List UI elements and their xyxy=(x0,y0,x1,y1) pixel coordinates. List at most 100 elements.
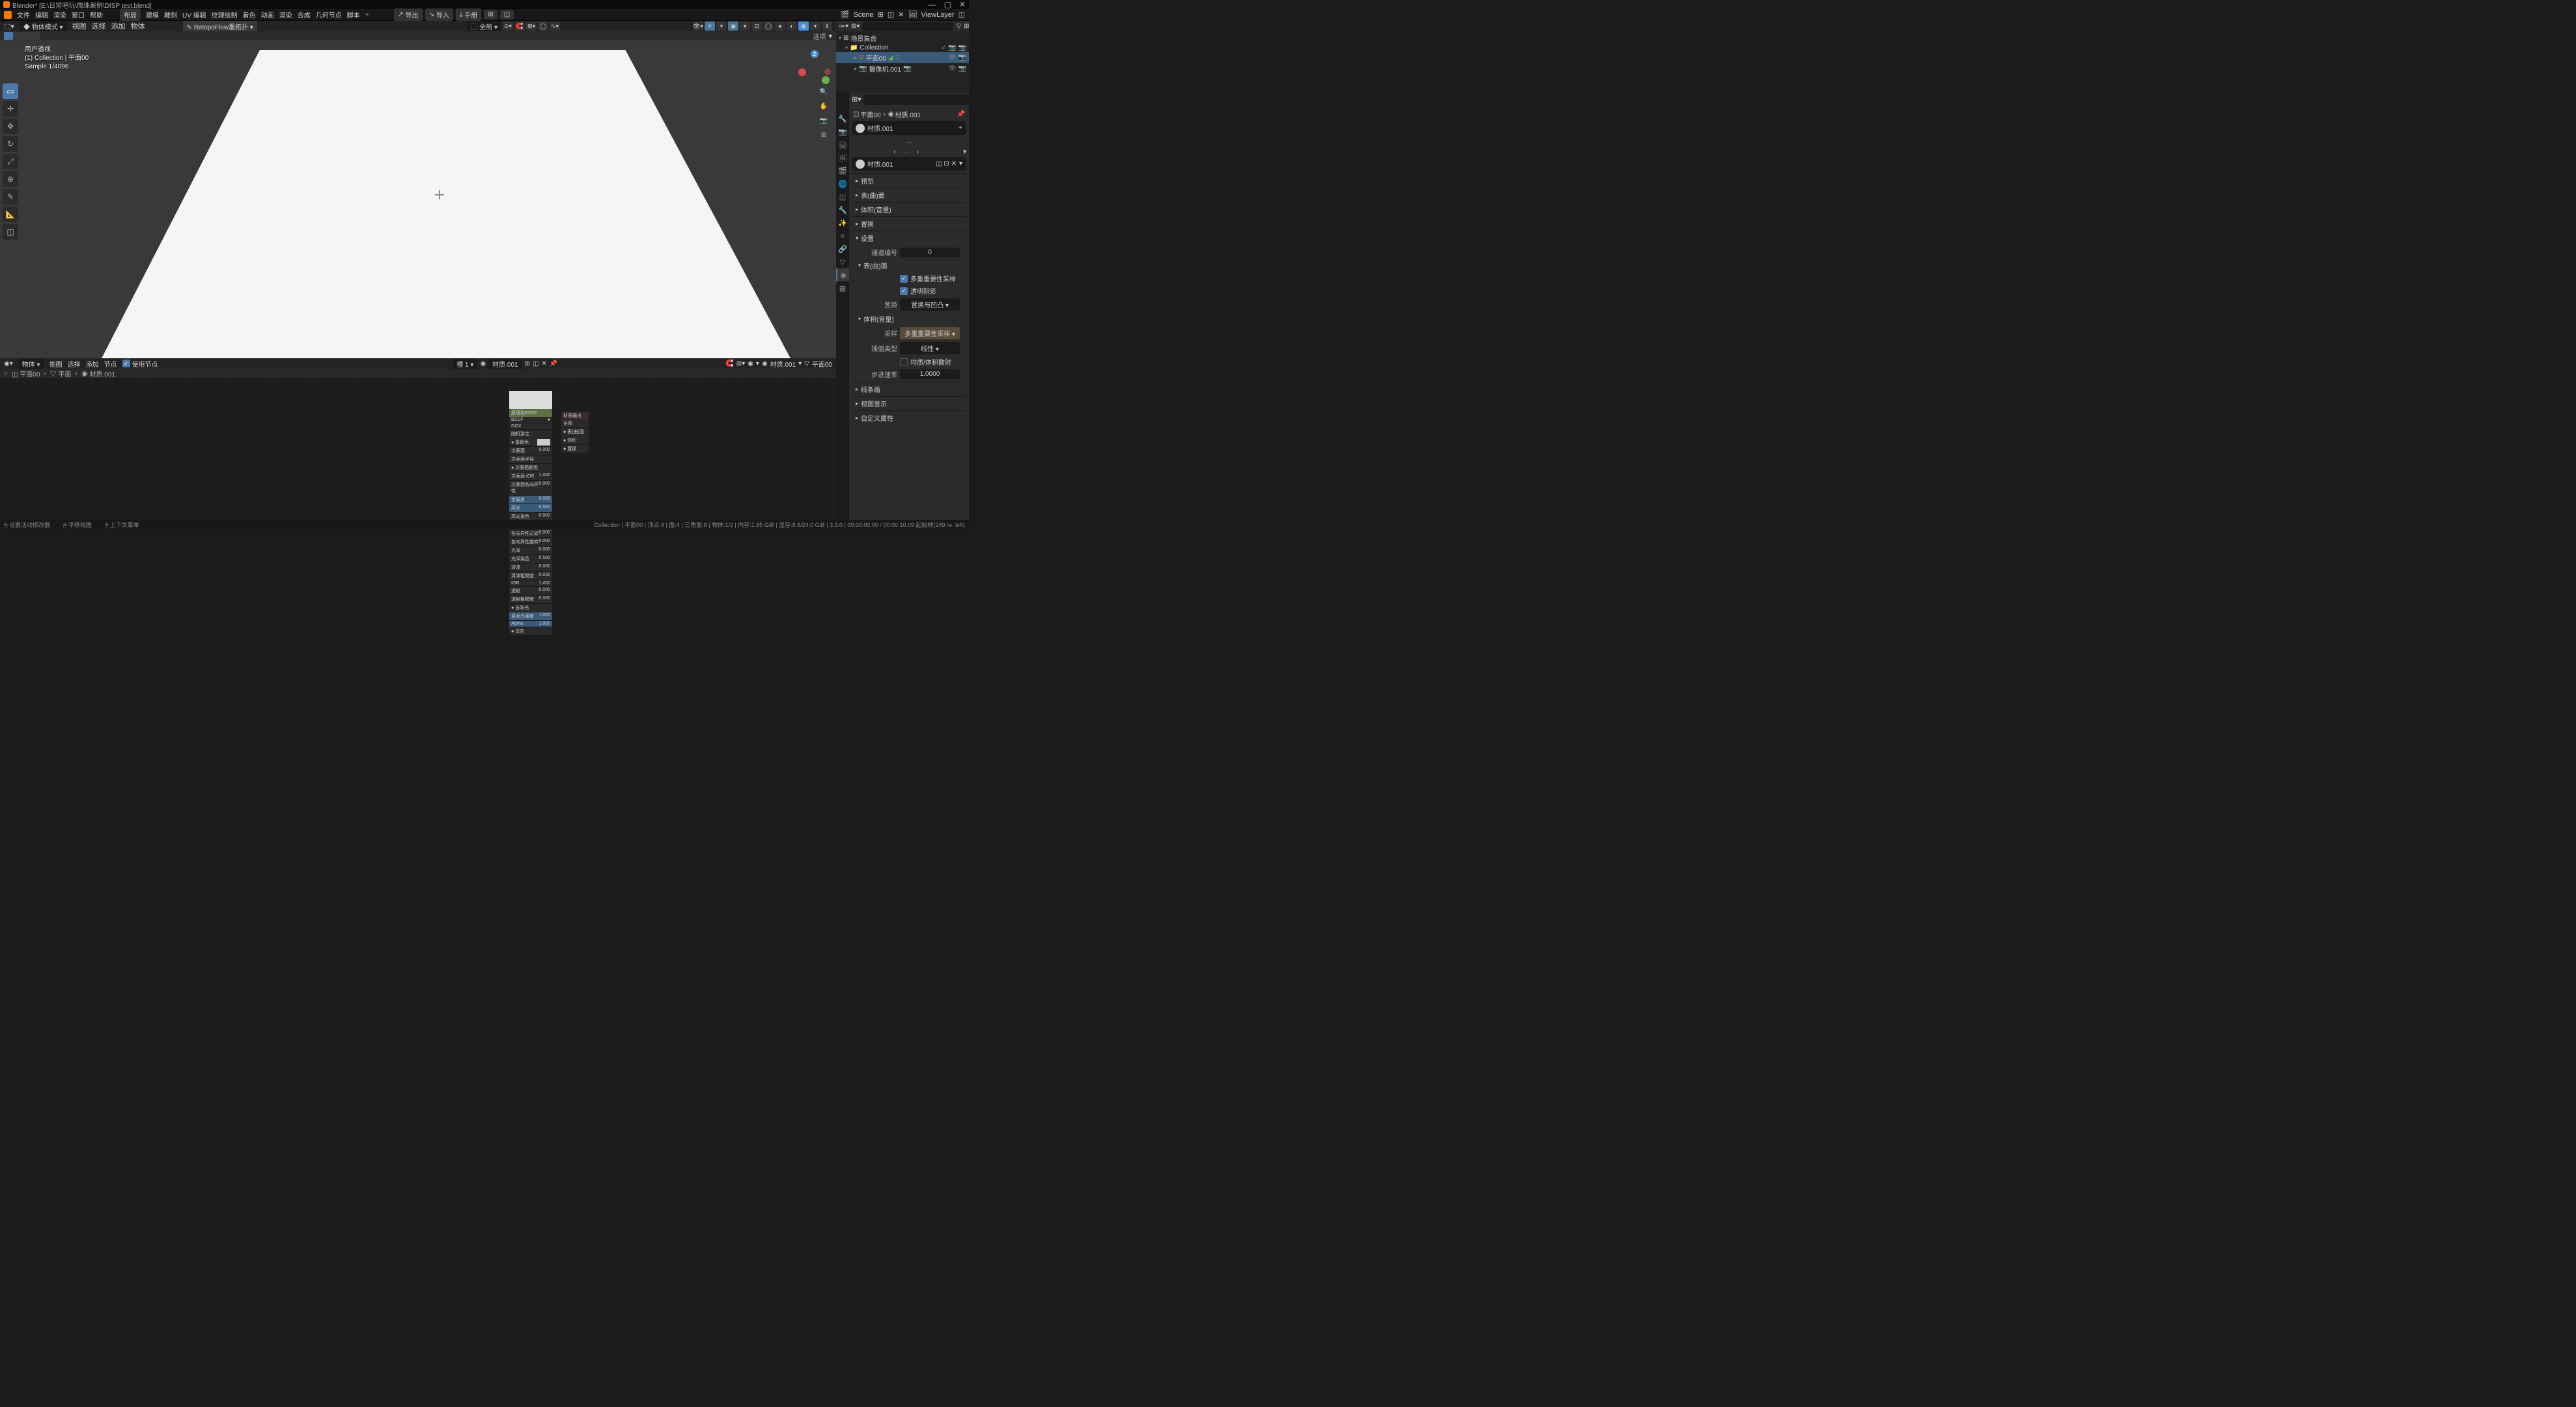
prop-tab-material[interactable]: ◉ xyxy=(836,268,849,281)
breadcrumb-obj[interactable]: ◫ 平面00 xyxy=(12,369,40,378)
3d-viewport[interactable]: 用户透视 (1) Collection | 平面00 Sample 1/4096… xyxy=(0,40,836,358)
shading-rendered-icon[interactable]: ◉ xyxy=(798,21,809,31)
manual-button[interactable]: ⤓ 手册 xyxy=(456,8,481,21)
orientation-dropdown[interactable]: ⬚ 全局 ▾ xyxy=(467,21,501,32)
perspective-icon[interactable]: ⊞ xyxy=(818,129,830,141)
workspace-tab-texture[interactable]: 纹理绘制 xyxy=(212,10,238,20)
maximize-button[interactable]: ▢ xyxy=(944,0,951,9)
pass-index-field[interactable]: 0 xyxy=(900,248,960,257)
tree-plane[interactable]: ▸▽平面00 ◢ ▽ 👁 📷 xyxy=(836,52,969,63)
menu-render[interactable]: 渲染 xyxy=(53,10,66,20)
xray-icon[interactable]: ⊡ xyxy=(751,21,762,31)
workspace-tab-sculpt[interactable]: 雕刻 xyxy=(164,10,177,20)
menu-help[interactable]: 帮助 xyxy=(90,10,103,20)
header-view[interactable]: 视图 xyxy=(72,21,87,31)
prop-tab-tool[interactable]: 🔧 xyxy=(836,112,849,125)
header-select[interactable]: 选择 xyxy=(92,21,106,31)
camera-view-icon[interactable]: 📷 xyxy=(818,115,830,126)
prop-tab-constraint[interactable]: 🔗 xyxy=(836,242,849,255)
shading-dropdown-icon[interactable]: ▾ xyxy=(810,21,820,31)
pause-render-icon[interactable]: ‖ xyxy=(822,21,832,31)
prop-tab-object[interactable]: ◫ xyxy=(836,190,849,203)
material-slot-dropdown[interactable]: 槽 1 ▾ xyxy=(453,358,477,369)
navigation-gizmo[interactable]: Z xyxy=(798,50,831,83)
material-datablock[interactable]: 材质.001 ◫ ⊡ ✕ ▾ xyxy=(852,157,966,171)
overlay-dropdown-icon[interactable]: ▾ xyxy=(740,21,750,31)
node-material-field[interactable]: 材质.001 xyxy=(488,358,522,369)
retopoflow-button[interactable]: ✎ RetopoFlow重拓扑 ▾ xyxy=(183,21,257,32)
node-pin-icon[interactable]: 📌 xyxy=(550,360,557,367)
panel-volume[interactable]: ▸体积(音量) xyxy=(852,203,966,216)
principled-bsdf-node[interactable]: 原理化BSDF BSDF● GGX 随机游走 ● 基础色 次表面0.000 次表… xyxy=(509,391,552,636)
workspace-tab-uv[interactable]: UV 编辑 xyxy=(182,10,206,20)
prop-tab-mesh[interactable]: ▽ xyxy=(836,255,849,268)
node-menu-node[interactable]: 节点 xyxy=(104,359,117,369)
orient-btn-3[interactable] xyxy=(22,32,31,40)
node-editor-type-icon[interactable]: ◉▾ xyxy=(4,360,13,367)
close-button[interactable]: ✕ xyxy=(959,0,966,9)
node-backdrop-dropdown-icon[interactable]: ▾ xyxy=(756,360,759,367)
outliner-type-icon[interactable]: ≔▾ xyxy=(839,23,848,30)
pivot-icon[interactable]: ⊙▾ xyxy=(503,21,513,31)
gizmo-dropdown-icon[interactable]: ▾ xyxy=(716,21,727,31)
tool-move[interactable]: ✥ xyxy=(3,119,18,134)
slot-specials-icon[interactable]: ▾ xyxy=(963,149,966,156)
prop-tab-physics[interactable]: ⚛ xyxy=(836,229,849,242)
gizmo-neg-axis[interactable] xyxy=(824,68,831,75)
breadcrumb-home-icon[interactable]: ⌂ xyxy=(4,370,8,377)
node-right-material[interactable]: 材质.001 xyxy=(770,359,796,369)
panel-settings[interactable]: ▾设置 xyxy=(852,231,966,245)
tree-collection[interactable]: ▾📁Collection ✓ 📷 📷 xyxy=(836,44,969,52)
mode-selector[interactable]: ◆ 物体模式 ▾ xyxy=(20,21,67,32)
properties-search[interactable] xyxy=(863,95,969,105)
tool-select-box[interactable]: ▭ xyxy=(3,83,18,99)
sub-panel-surface[interactable]: ▾表(曲)面 xyxy=(858,259,960,272)
crumb-material[interactable]: ◉ 材质.001 xyxy=(888,109,921,119)
proportional-type-icon[interactable]: ∿▾ xyxy=(550,21,560,31)
shading-solid-icon[interactable]: ● xyxy=(775,21,785,31)
tool-annotate[interactable]: ✎ xyxy=(3,189,18,205)
workspace-tab-layout[interactable]: 布局 xyxy=(120,8,141,21)
workspace-tab-compositing[interactable]: 合成 xyxy=(298,10,311,20)
viewlayer-new-icon[interactable]: ◫ xyxy=(959,10,965,19)
visibility-icon[interactable]: 👁▾ xyxy=(693,21,703,31)
prop-tab-world[interactable]: 🌐 xyxy=(836,177,849,190)
multi-importance-checkbox[interactable]: ✓ xyxy=(900,275,908,283)
prop-tab-modifier[interactable]: 🔧 xyxy=(836,203,849,216)
workspace-tab-scripting[interactable]: 脚本 xyxy=(347,10,360,20)
pan-icon[interactable]: ✋ xyxy=(818,100,830,112)
header-object[interactable]: 物体 xyxy=(131,21,145,31)
node-mat-new-icon[interactable]: ◫ xyxy=(533,360,539,367)
prop-tab-scene[interactable]: 🎬 xyxy=(836,164,849,177)
scene-browse-icon[interactable]: ⊞ xyxy=(878,10,884,19)
crumb-object[interactable]: ◫ 平面00 xyxy=(853,109,881,119)
homogeneous-checkbox[interactable] xyxy=(900,358,908,366)
tool-rotate[interactable]: ↻ xyxy=(3,136,18,152)
overlay-toggle-icon[interactable]: ◉ xyxy=(728,21,738,31)
box-icon[interactable]: ◫ xyxy=(500,10,514,20)
use-nodes-checkbox[interactable]: ✓ 使用节点 xyxy=(122,359,158,369)
workspace-tab-rendering[interactable]: 渲染 xyxy=(279,10,292,20)
workspace-tab-animation[interactable]: 动画 xyxy=(261,10,274,20)
material-slot[interactable]: 材质.001 + xyxy=(852,121,966,135)
panel-line-art[interactable]: ▸线条画 xyxy=(852,382,966,396)
workspace-tab-shading[interactable]: 着色 xyxy=(243,10,256,20)
panel-displacement[interactable]: ▸置换 xyxy=(852,217,966,231)
proportional-icon[interactable]: ◯ xyxy=(538,21,548,31)
node-overlay-icon[interactable]: ⊞▾ xyxy=(736,360,745,367)
scene-new-icon[interactable]: ◫ xyxy=(888,10,894,19)
orient-btn-1[interactable] xyxy=(4,32,13,40)
material-output-node[interactable]: 材质输出 全部 ● 表(曲)面 ● 体积 ● 置换 xyxy=(561,412,589,453)
snap-icon[interactable]: 🧲 xyxy=(514,21,525,31)
orient-btn-2[interactable] xyxy=(13,32,22,40)
prop-tab-viewlayer[interactable]: 🖼 xyxy=(836,151,849,164)
node-right-object[interactable]: 平面00 xyxy=(812,359,832,369)
node-menu-view[interactable]: 视图 xyxy=(49,359,63,369)
panel-custom-props[interactable]: ▸自定义属性 xyxy=(852,411,966,425)
options-dropdown[interactable]: 选项 xyxy=(813,31,826,41)
node-shader-type[interactable]: 物体 ▾ xyxy=(18,358,44,369)
add-workspace-button[interactable]: + xyxy=(365,11,369,19)
workspace-tab-geonodes[interactable]: 几何节点 xyxy=(316,10,342,20)
tool-measure[interactable]: 📐 xyxy=(3,206,18,222)
tool-add-cube[interactable]: ◫ xyxy=(3,224,18,240)
